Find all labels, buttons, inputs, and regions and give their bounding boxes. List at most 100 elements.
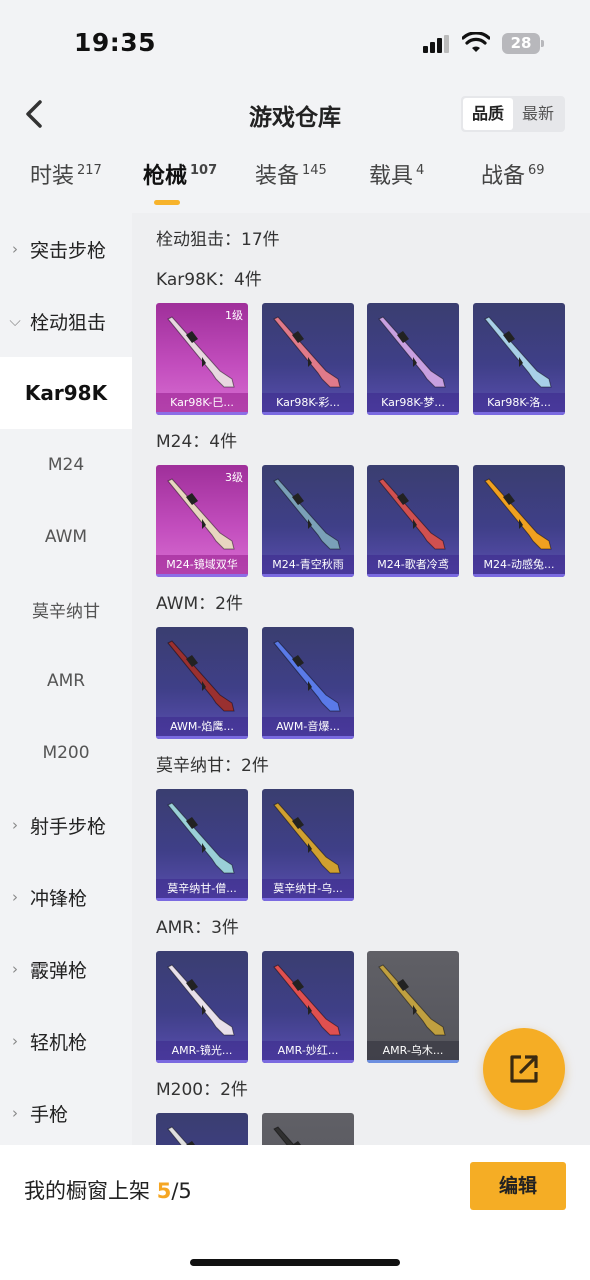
group-label: Kar98K：4件 xyxy=(156,270,262,290)
sort-quality-button[interactable]: 品质 xyxy=(463,98,513,130)
sidebar-item-dmr[interactable]: › 射手步枪 xyxy=(0,789,132,861)
rifle-icon xyxy=(273,1126,301,1145)
chevron-right-icon: › xyxy=(12,1032,18,1050)
edit-button[interactable]: 编辑 xyxy=(470,1162,566,1210)
tab-vehicles[interactable]: 载具 4 xyxy=(369,158,424,190)
sidebar-sub-mosin[interactable]: 莫辛纳甘 xyxy=(0,573,132,645)
chevron-right-icon: › xyxy=(12,1104,18,1122)
weapon-card[interactable]: AMR-妙红... xyxy=(262,951,354,1063)
chevron-right-icon: › xyxy=(12,960,18,978)
share-button[interactable] xyxy=(483,1028,565,1110)
share-icon xyxy=(510,1055,538,1083)
weapon-card[interactable] xyxy=(156,1113,248,1145)
weapon-card[interactable]: 莫辛纳甘-乌... xyxy=(262,789,354,901)
rifle-icon xyxy=(167,964,235,1036)
rifle-icon xyxy=(484,316,552,388)
rifle-icon xyxy=(484,478,552,550)
sidebar-sub-amr[interactable]: AMR xyxy=(0,645,132,717)
rifle-icon xyxy=(273,802,341,874)
rifle-icon xyxy=(167,1126,195,1145)
weapon-name: AMR-妙红... xyxy=(262,1041,354,1063)
sidebar-item-bolt-sniper[interactable]: ⌵ 栓动狙击 xyxy=(0,285,132,357)
rifle-icon xyxy=(378,964,446,1036)
weapon-card[interactable]: AMR-镜光... xyxy=(156,951,248,1063)
sidebar-item-shotgun[interactable]: › 霰弹枪 xyxy=(0,933,132,1005)
weapon-name: M24-歌者冷鸢 xyxy=(367,555,459,577)
weapon-name: 莫辛纳甘-僧... xyxy=(156,879,248,901)
shelf-current: 5 xyxy=(156,1179,172,1203)
chevron-right-icon: › xyxy=(12,816,18,834)
battery-icon: 28 xyxy=(502,33,544,54)
rifle-icon xyxy=(167,640,235,712)
tab-gear[interactable]: 战备 69 xyxy=(481,158,545,190)
tab-indicator xyxy=(154,200,180,205)
header: 游戏仓库 品质 最新 xyxy=(0,86,590,146)
weapon-grid: 栓动狙击：17件 Kar98K：4件 1级 Kar98K-巳... Kar98K-彩.… xyxy=(132,213,590,1145)
sidebar-sub-m200[interactable]: M200 xyxy=(0,717,132,789)
weapon-card[interactable]: AWM-焰鹰... xyxy=(156,627,248,739)
group-label: AMR：3件 xyxy=(156,918,239,938)
sort-toggle: 品质 最新 xyxy=(461,96,565,132)
sidebar-item-pistol[interactable]: › 手枪 xyxy=(0,1077,132,1149)
tab-equipment[interactable]: 装备 145 xyxy=(255,158,327,190)
sidebar-item-assault-rifle[interactable]: › 突击步枪 xyxy=(0,213,132,285)
rifle-icon xyxy=(167,802,235,874)
weapon-card[interactable]: Kar98K-彩... xyxy=(262,303,354,415)
weapon-card[interactable]: 3级 M24-镜域双华 xyxy=(156,465,248,577)
level-badge: 1级 xyxy=(225,309,243,322)
weapon-card[interactable]: AMR-乌木... xyxy=(367,951,459,1063)
weapon-name: Kar98K-彩... xyxy=(262,393,354,415)
home-indicator xyxy=(190,1259,400,1266)
rifle-icon xyxy=(273,640,341,712)
sidebar-item-lmg[interactable]: › 轻机枪 xyxy=(0,1005,132,1077)
status-time: 19:35 xyxy=(74,28,157,57)
group-label: M24：4件 xyxy=(156,432,238,452)
sort-newest-button[interactable]: 最新 xyxy=(513,98,563,130)
weapon-name: M24-镜域双华 xyxy=(156,555,248,577)
tab-weapons[interactable]: 枪械 107 xyxy=(143,158,217,190)
weapon-name: AWM-焰鹰... xyxy=(156,717,248,739)
rifle-icon xyxy=(378,316,446,388)
weapon-card[interactable]: M24-动感兔... xyxy=(473,465,565,577)
signal-icon xyxy=(423,35,453,53)
sidebar-item-smg[interactable]: › 冲锋枪 xyxy=(0,861,132,933)
group-label: M200：2件 xyxy=(156,1080,248,1100)
weapon-name: Kar98K-巳... xyxy=(156,393,248,415)
shelf-label: 我的橱窗上架 xyxy=(24,1179,150,1203)
sidebar-item-label: 栓动狙击 xyxy=(30,311,107,334)
sidebar-sub-awm[interactable]: AWM xyxy=(0,501,132,573)
group-label: 莫辛纳甘：2件 xyxy=(156,756,269,776)
sidebar-sub-m24[interactable]: M24 xyxy=(0,429,132,501)
sidebar-item-label: 冲锋枪 xyxy=(30,887,88,910)
weapon-card[interactable]: 莫辛纳甘-僧... xyxy=(156,789,248,901)
weapon-card[interactable]: M24-青空秋雨 xyxy=(262,465,354,577)
weapon-name: Kar98K-洛... xyxy=(473,393,565,415)
sidebar-item-label: 突击步枪 xyxy=(30,239,107,262)
category-tabs: 时装 217 枪械 107 装备 145 载具 4 战备 69 xyxy=(0,158,590,212)
sidebar-sub-kar98k[interactable]: Kar98K xyxy=(0,357,132,429)
weapon-name: AMR-乌木... xyxy=(367,1041,459,1063)
status-bar: 19:35 28 xyxy=(0,0,590,86)
sidebar-item-label: 手枪 xyxy=(30,1103,69,1126)
sidebar-item-label: 射手步枪 xyxy=(30,815,107,838)
sidebar-item-label: 轻机枪 xyxy=(30,1031,88,1054)
weapon-card[interactable]: AWM-音爆... xyxy=(262,627,354,739)
rifle-icon xyxy=(273,964,341,1036)
weapon-name: M24-青空秋雨 xyxy=(262,555,354,577)
wifi-icon xyxy=(462,32,490,52)
weapon-card[interactable] xyxy=(262,1113,354,1145)
tab-outfits[interactable]: 时装 217 xyxy=(30,158,102,190)
rifle-icon xyxy=(378,478,446,550)
shelf-total: /5 xyxy=(171,1179,192,1203)
weapon-card[interactable]: Kar98K-洛... xyxy=(473,303,565,415)
weapon-card[interactable]: Kar98K-梦... xyxy=(367,303,459,415)
weapon-name: Kar98K-梦... xyxy=(367,393,459,415)
shelf-status: 我的橱窗上架 5/5 xyxy=(24,1175,192,1205)
category-total: 栓动狙击：17件 xyxy=(156,230,280,250)
weapon-sidebar: › 突击步枪 ⌵ 栓动狙击 Kar98K M24 AWM 莫辛纳甘 AMR M2… xyxy=(0,213,132,1145)
weapon-card[interactable]: M24-歌者冷鸢 xyxy=(367,465,459,577)
rifle-icon xyxy=(273,316,341,388)
chevron-down-icon: ⌵ xyxy=(9,312,21,330)
rifle-icon xyxy=(167,316,235,388)
weapon-card[interactable]: 1级 Kar98K-巳... xyxy=(156,303,248,415)
